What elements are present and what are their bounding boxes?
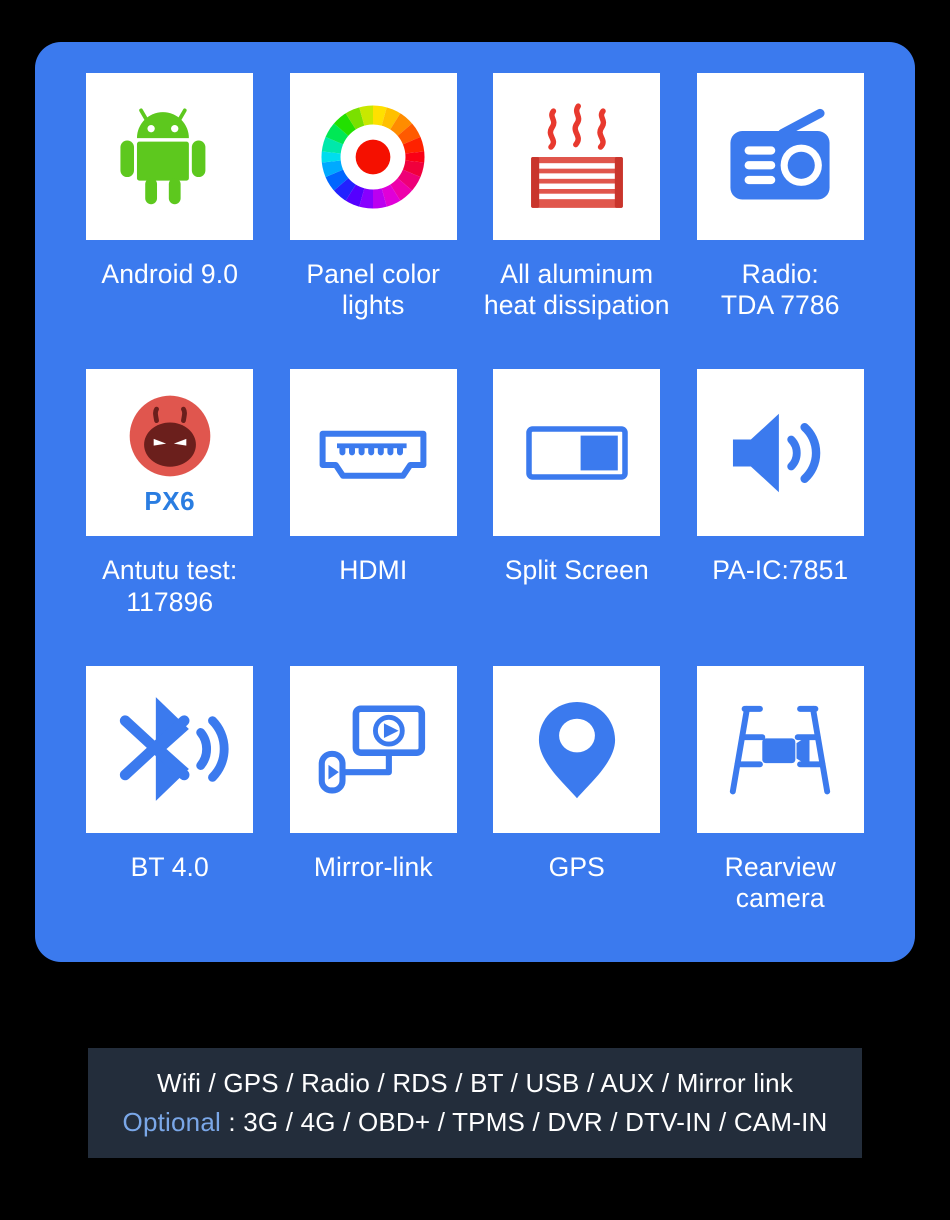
hdmi-port-icon: [313, 393, 433, 513]
page-root: Android 9.0 Panel color lights All alumi…: [0, 0, 950, 1220]
feature-tile: [696, 665, 864, 833]
color-wheel-icon: [317, 100, 429, 213]
feature-cell-android[interactable]: Android 9.0: [68, 73, 272, 369]
feature-cell-heat[interactable]: All aluminum heat dissipation: [475, 73, 679, 369]
feature-label: Split Screen: [504, 555, 649, 586]
antutu-badge-px6: PX6: [144, 486, 196, 517]
spec-line-standard: Wifi / GPS / Radio / RDS / BT / USB / AU…: [156, 1067, 794, 1098]
feature-cell-antutu[interactable]: PX6 Antutu test: 117896: [68, 369, 272, 665]
android-robot-icon: [111, 98, 229, 216]
feature-cell-panel-lights[interactable]: Panel color lights: [272, 73, 476, 369]
rearview-camera-icon: [721, 690, 839, 808]
heat-sink-icon: [515, 95, 639, 219]
feature-tile: PX6: [86, 369, 254, 537]
feature-label: GPS: [548, 851, 605, 882]
feature-label: PA-IC:7851: [712, 555, 849, 586]
feature-label: Antutu test: 117896: [102, 555, 238, 617]
radio-icon: [721, 98, 839, 216]
feature-cell-mirror-link[interactable]: Mirror-link: [272, 665, 476, 962]
feature-tile: [289, 73, 457, 240]
split-screen-icon: [517, 393, 637, 513]
feature-panel: Android 9.0 Panel color lights All alumi…: [35, 42, 915, 962]
feature-cell-pa-ic[interactable]: PA-IC:7851: [679, 369, 883, 665]
feature-cell-rearview[interactable]: Rearview camera: [679, 665, 883, 962]
map-pin-icon: [521, 693, 633, 805]
feature-cell-radio[interactable]: Radio: TDA 7786: [679, 73, 883, 369]
feature-label: Mirror-link: [313, 851, 433, 882]
antutu-logo-icon: [122, 388, 218, 484]
feature-label: HDMI: [339, 555, 408, 586]
feature-tile: [696, 73, 864, 240]
speaker-volume-icon: [724, 397, 836, 509]
feature-label: Rearview camera: [724, 851, 836, 913]
feature-cell-bluetooth[interactable]: BT 4.0: [68, 665, 272, 962]
feature-tile: [86, 73, 254, 240]
spec-line-optional: Optional : 3G / 4G / OBD+ / TPMS / DVR /…: [123, 1105, 828, 1140]
feature-label: Panel color lights: [306, 259, 441, 321]
mirror-link-icon: [312, 688, 434, 810]
feature-label: Android 9.0: [101, 259, 239, 289]
feature-grid: Android 9.0 Panel color lights All alumi…: [68, 73, 882, 962]
feature-label: BT 4.0: [130, 851, 209, 882]
feature-cell-split-screen[interactable]: Split Screen: [475, 369, 679, 665]
feature-tile: [86, 665, 254, 833]
feature-tile: [289, 665, 457, 833]
feature-cell-hdmi[interactable]: HDMI: [272, 369, 476, 665]
optional-items: : 3G / 4G / OBD+ / TPMS / DVR / DTV-IN /…: [220, 1107, 828, 1137]
feature-label: All aluminum heat dissipation: [483, 259, 670, 321]
feature-tile: [493, 369, 661, 537]
feature-tile: [289, 369, 457, 537]
bluetooth-signal-icon: [111, 690, 229, 808]
optional-label: Optional: [122, 1107, 221, 1137]
feature-tile: [493, 665, 661, 833]
feature-cell-gps[interactable]: GPS: [475, 665, 679, 962]
feature-label: Radio: TDA 7786: [720, 259, 840, 321]
feature-tile: [493, 73, 661, 240]
feature-tile: [696, 369, 864, 537]
spec-banner: Wifi / GPS / Radio / RDS / BT / USB / AU…: [88, 1048, 862, 1158]
